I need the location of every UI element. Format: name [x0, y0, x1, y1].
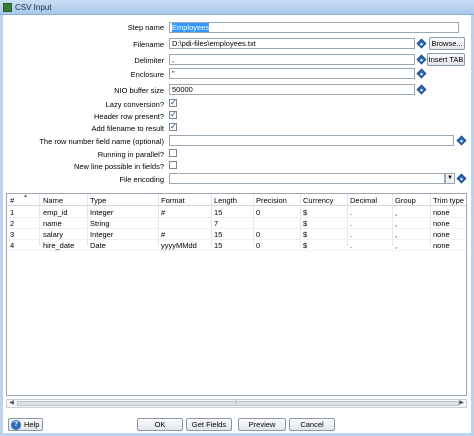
add-filename-checkbox[interactable] [169, 122, 177, 131]
cell-length[interactable]: 15 [214, 208, 222, 217]
lazy-conversion-checkbox[interactable] [169, 98, 177, 107]
cancel-button[interactable]: Cancel [289, 418, 335, 431]
table-row[interactable]: 1 emp_id Integer # 15 0 $ . , none [7, 207, 466, 218]
table-row[interactable]: 2 name String 7 $ . , none [7, 218, 466, 229]
cell-currency[interactable]: $ [303, 219, 307, 228]
cell-decimal[interactable]: . [350, 219, 352, 228]
title-bar: CSV Input [0, 0, 474, 15]
insert-tab-button[interactable]: Insert TAB [427, 53, 465, 66]
cell-type[interactable]: Date [90, 241, 106, 250]
get-fields-button[interactable]: Get Fields [186, 418, 232, 431]
add-filename-label: Add filename to result [91, 124, 164, 133]
table-row[interactable]: 3 salary Integer # 15 0 $ . , none [7, 229, 466, 240]
column-header-length[interactable]: Length [214, 196, 237, 205]
new-line-label: New line possible in fields? [73, 162, 164, 171]
cell-precision[interactable]: 0 [256, 208, 260, 217]
cell-index: 4 [10, 241, 15, 250]
cell-format[interactable]: # [161, 208, 165, 217]
cell-currency[interactable]: $ [303, 230, 307, 239]
column-header-name[interactable]: Name [43, 196, 63, 205]
cell-length[interactable]: 15 [214, 230, 222, 239]
column-header-format[interactable]: Format [161, 196, 185, 205]
column-header-index[interactable]: # [10, 196, 14, 205]
cell-type[interactable]: Integer [90, 230, 113, 239]
row-number-label: The row number field name (optional) [39, 137, 164, 146]
step-name-value: Employees [172, 23, 210, 32]
ok-button[interactable]: OK [137, 418, 183, 431]
cell-format[interactable]: yyyyMMdd [161, 241, 197, 250]
nio-buffer-input[interactable]: 50000 [169, 84, 415, 95]
table-row[interactable]: 4 hire_date Date yyyyMMdd 15 0 $ . , non… [7, 240, 466, 251]
cell-name[interactable]: name [43, 219, 62, 228]
header-row-label: Header row present? [93, 112, 164, 121]
cell-type[interactable]: Integer [90, 208, 113, 217]
cell-decimal[interactable]: . [350, 208, 352, 217]
filename-input[interactable]: D:\pdi-files\employees.txt [169, 38, 415, 49]
window-title: CSV Input [15, 3, 52, 12]
sort-arrow-icon: ▲ [23, 193, 28, 199]
column-header-type[interactable]: Type [90, 196, 106, 205]
csv-input-icon [3, 3, 12, 12]
help-label: Help [24, 420, 40, 429]
running-parallel-checkbox[interactable] [169, 149, 177, 157]
cell-length[interactable]: 15 [214, 241, 222, 250]
scroll-left-icon[interactable]: ◀ [7, 400, 16, 407]
cell-group[interactable]: , [395, 208, 397, 217]
cell-trim-type[interactable]: none [433, 219, 450, 228]
chevron-down-icon[interactable]: ▼ [445, 173, 455, 184]
cell-group[interactable]: , [395, 219, 397, 228]
cell-trim-type[interactable]: none [433, 241, 450, 250]
new-line-checkbox[interactable] [169, 161, 177, 169]
cell-index: 2 [10, 219, 15, 228]
table-header: # ▲ Name Type Format Length Precision Cu… [7, 194, 466, 206]
cell-group[interactable]: , [395, 230, 397, 239]
cell-precision[interactable]: 0 [256, 241, 260, 250]
header-row-checkbox[interactable] [169, 110, 177, 119]
cell-decimal[interactable]: . [350, 241, 352, 250]
file-encoding-select[interactable] [169, 173, 445, 184]
cell-length[interactable]: 7 [214, 219, 218, 228]
cell-index: 3 [10, 230, 15, 239]
column-header-group[interactable]: Group [395, 196, 416, 205]
cell-format[interactable]: # [161, 230, 165, 239]
enclosure-label: Enclosure [130, 70, 164, 79]
column-header-currency[interactable]: Currency [303, 196, 333, 205]
column-header-decimal[interactable]: Decimal [350, 196, 377, 205]
cell-type[interactable]: String [90, 219, 110, 228]
cell-trim-type[interactable]: none [433, 208, 450, 217]
delimiter-input[interactable]: , [169, 54, 415, 65]
cell-decimal[interactable]: . [350, 230, 352, 239]
running-parallel-label: Running in parallel? [97, 150, 164, 159]
question-icon: ? [11, 420, 21, 430]
fields-table[interactable]: # ▲ Name Type Format Length Precision Cu… [6, 193, 467, 396]
scroll-right-icon[interactable]: ▶ [457, 400, 466, 407]
enclosure-input[interactable]: " [169, 68, 415, 79]
cell-name[interactable]: salary [43, 230, 63, 239]
row-number-input[interactable] [169, 135, 454, 146]
lazy-conversion-label: Lazy conversion? [105, 100, 164, 109]
delimiter-label: Delimiter [134, 56, 164, 65]
preview-button[interactable]: Preview [238, 418, 286, 431]
scrollbar-thumb[interactable] [17, 401, 459, 406]
horizontal-scrollbar[interactable]: ◀ ⁞ ▶ [6, 399, 467, 408]
column-header-trim-type[interactable]: Trim type [433, 196, 464, 205]
cell-name[interactable]: emp_id [43, 208, 68, 217]
cell-group[interactable]: , [395, 241, 397, 250]
cell-currency[interactable]: $ [303, 241, 307, 250]
column-header-precision[interactable]: Precision [256, 196, 287, 205]
grip-icon: ⁞ [235, 400, 237, 406]
help-button[interactable]: ? Help [8, 418, 43, 431]
nio-buffer-label: NIO buffer size [114, 86, 164, 95]
filename-label: Filename [133, 40, 164, 49]
cell-currency[interactable]: $ [303, 208, 307, 217]
cell-trim-type[interactable]: none [433, 230, 450, 239]
cell-index: 1 [10, 208, 15, 217]
cell-precision[interactable]: 0 [256, 230, 260, 239]
cell-name[interactable]: hire_date [43, 241, 74, 250]
step-name-label: Step name [127, 23, 164, 32]
file-encoding-label: File encoding [119, 175, 164, 184]
browse-button[interactable]: Browse... [429, 37, 465, 50]
step-name-input[interactable]: Employees [169, 22, 459, 33]
